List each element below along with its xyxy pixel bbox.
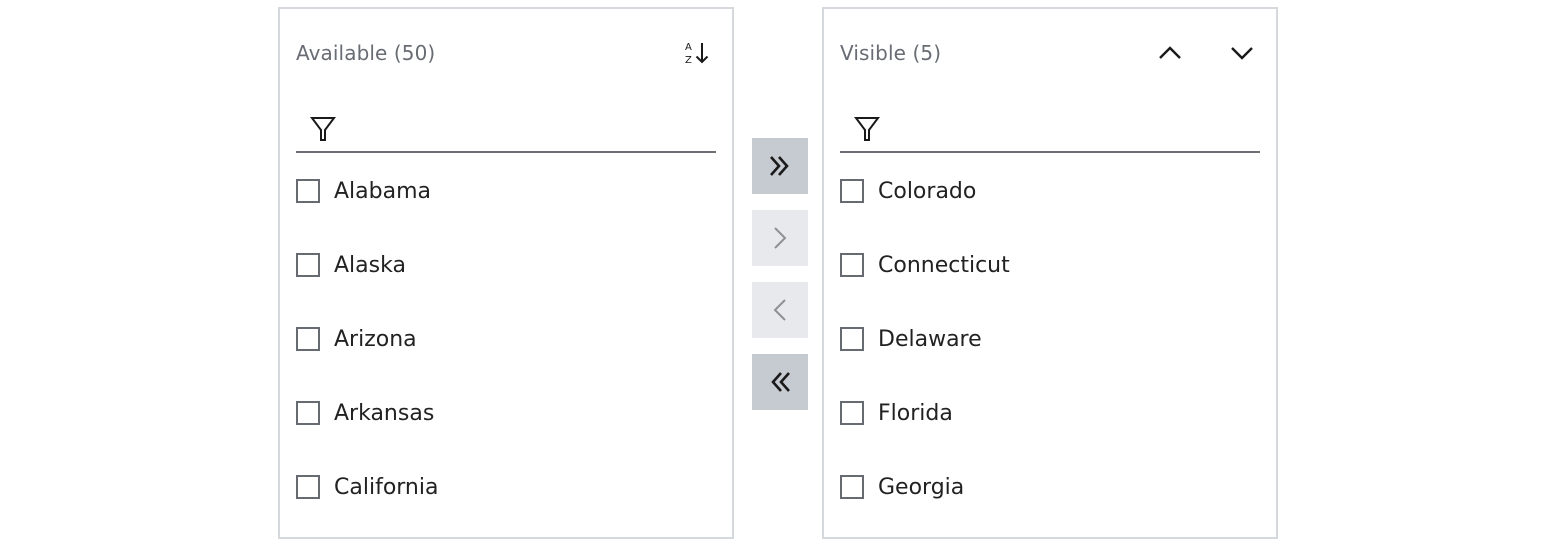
- move-all-right-button[interactable]: [752, 138, 808, 194]
- visible-header: Visible (5): [840, 35, 1260, 71]
- chevron-down-icon: [1231, 47, 1253, 60]
- filter-icon: [310, 115, 338, 143]
- available-panel: Available (50) A Z Alabama Alaska Arizon…: [278, 7, 734, 539]
- list-item[interactable]: Delaware: [840, 302, 1260, 376]
- checkbox[interactable]: [840, 179, 864, 203]
- visible-title: Visible (5): [840, 41, 942, 65]
- checkbox[interactable]: [840, 401, 864, 425]
- item-label: Arkansas: [334, 400, 435, 426]
- checkbox[interactable]: [296, 253, 320, 277]
- move-down-button[interactable]: [1224, 35, 1260, 71]
- filter-icon: [854, 115, 882, 143]
- visible-actions: [1152, 35, 1260, 71]
- list-item[interactable]: Alaska: [296, 228, 716, 302]
- checkbox[interactable]: [296, 327, 320, 351]
- list-item[interactable]: Alabama: [296, 154, 716, 228]
- list-item[interactable]: Florida: [840, 376, 1260, 450]
- item-label: California: [334, 474, 439, 500]
- visible-filter-input[interactable]: [888, 108, 1260, 150]
- svg-text:Z: Z: [685, 55, 692, 66]
- svg-text:A: A: [685, 42, 692, 53]
- list-item[interactable]: Connecticut: [840, 228, 1260, 302]
- item-label: Georgia: [878, 474, 965, 500]
- available-title: Available (50): [296, 41, 436, 65]
- available-filter-input[interactable]: [344, 108, 716, 150]
- visible-panel: Visible (5) Colorado Connecticut Delawar…: [822, 7, 1278, 539]
- available-list: Alabama Alaska Arizona Arkansas Californ…: [296, 172, 716, 542]
- sort-alpha-ascending-icon: A Z: [685, 42, 709, 66]
- move-left-button[interactable]: [752, 282, 808, 338]
- transfer-buttons: [752, 138, 808, 426]
- list-item[interactable]: Colorado: [840, 154, 1260, 228]
- item-label: Connecticut: [878, 252, 1010, 278]
- item-label: Delaware: [878, 326, 982, 352]
- double-chevron-right-icon: [770, 156, 789, 176]
- checkbox[interactable]: [296, 475, 320, 499]
- list-item[interactable]: California: [296, 450, 716, 524]
- item-label: Florida: [878, 400, 953, 426]
- visible-list: Colorado Connecticut Delaware Florida Ge…: [840, 172, 1260, 542]
- double-chevron-left-icon: [771, 372, 790, 392]
- chevron-up-icon: [1159, 46, 1181, 59]
- item-label: Arizona: [334, 326, 417, 352]
- available-actions: A Z: [680, 35, 716, 71]
- list-item[interactable]: Arkansas: [296, 376, 716, 450]
- checkbox[interactable]: [840, 327, 864, 351]
- chevron-right-icon: [774, 227, 787, 249]
- item-label: Alaska: [334, 252, 406, 278]
- checkbox[interactable]: [840, 253, 864, 277]
- checkbox[interactable]: [296, 401, 320, 425]
- visible-filter: [840, 107, 1260, 153]
- move-up-button[interactable]: [1152, 35, 1188, 71]
- move-all-left-button[interactable]: [752, 354, 808, 410]
- checkbox[interactable]: [840, 475, 864, 499]
- list-item[interactable]: Georgia: [840, 450, 1260, 524]
- move-right-button[interactable]: [752, 210, 808, 266]
- list-item[interactable]: Arizona: [296, 302, 716, 376]
- available-filter: [296, 107, 716, 153]
- checkbox[interactable]: [296, 179, 320, 203]
- item-label: Colorado: [878, 178, 977, 204]
- available-header: Available (50) A Z: [296, 35, 716, 71]
- chevron-left-icon: [773, 299, 786, 321]
- item-label: Alabama: [334, 178, 432, 204]
- sort-button[interactable]: A Z: [680, 35, 716, 71]
